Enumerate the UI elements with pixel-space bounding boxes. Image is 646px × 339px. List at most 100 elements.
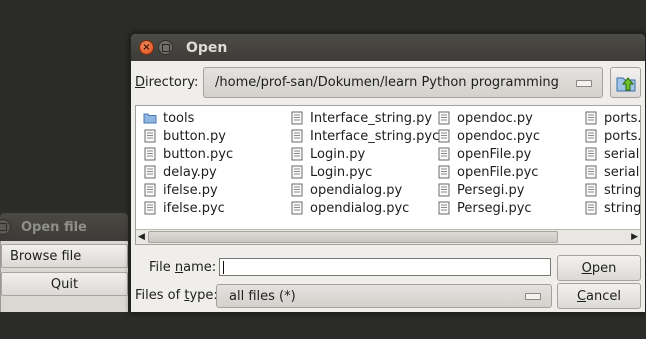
file-icon xyxy=(290,183,304,197)
horizontal-scrollbar[interactable]: ◀ ▶ xyxy=(136,229,640,244)
file-list-item[interactable]: ports. xyxy=(581,127,641,145)
directory-label: Directory: xyxy=(135,75,199,90)
file-icon xyxy=(290,165,304,179)
file-icon xyxy=(437,183,451,197)
file-name: string. xyxy=(604,182,641,198)
combo-grip-icon xyxy=(576,80,592,87)
file-name: opendialog.py xyxy=(310,182,403,198)
file-list-item[interactable]: string. xyxy=(581,199,640,217)
file-type-value: all files (*) xyxy=(229,289,296,304)
file-name: ports. xyxy=(604,110,641,126)
file-list-item[interactable]: Persegi.pyc xyxy=(434,199,540,217)
file-list-item[interactable]: delay.py xyxy=(140,163,233,181)
file-icon xyxy=(584,183,598,197)
scroll-right-icon[interactable]: ▶ xyxy=(631,232,638,242)
open-dialog: × Open Directory: /home/prof-san/Dokumen… xyxy=(130,33,646,313)
file-type-combobox[interactable]: all files (*) xyxy=(216,284,552,308)
directory-combobox[interactable]: /home/prof-san/Dokumen/learn Python prog… xyxy=(203,67,603,98)
file-list-item[interactable]: Login.py xyxy=(287,145,439,163)
file-name: openFile.py xyxy=(457,146,532,162)
file-list-item[interactable]: Login.pyc xyxy=(287,163,439,181)
file-name: tools xyxy=(163,110,195,126)
file-name: Login.pyc xyxy=(310,164,373,180)
file-name-label: File name: xyxy=(149,260,217,275)
file-list-item[interactable]: button.pyc xyxy=(140,145,233,163)
file-name: button.pyc xyxy=(163,146,234,162)
file-list-item[interactable]: ifelse.py xyxy=(140,181,233,199)
file-name-input[interactable] xyxy=(219,258,551,276)
file-column: opendoc.py opendoc.pyc openFile.py openFile… xyxy=(434,109,540,217)
file-name: opendialog.pyc xyxy=(310,200,410,216)
file-icon xyxy=(584,201,598,215)
file-icon xyxy=(584,129,598,143)
open-button[interactable]: Open xyxy=(557,255,641,281)
scroll-left-icon[interactable]: ◀ xyxy=(138,232,145,242)
file-icon xyxy=(290,201,304,215)
file-type-row: Files of type: all files (*) Cancel xyxy=(131,283,645,309)
cancel-button[interactable]: Cancel xyxy=(557,283,641,309)
file-name: seriala xyxy=(604,146,640,162)
file-icon xyxy=(143,201,157,215)
up-directory-button[interactable] xyxy=(610,67,641,98)
file-icon xyxy=(437,147,451,161)
file-name: Interface_string.pyc xyxy=(310,128,440,144)
file-name: delay.py xyxy=(163,164,217,180)
file-name: ports. xyxy=(604,128,641,144)
file-icon xyxy=(143,165,157,179)
file-list-item[interactable]: ports. xyxy=(581,109,641,127)
file-list-item[interactable]: Persegi.py xyxy=(434,181,540,199)
file-icon xyxy=(437,111,451,125)
file-list-item[interactable]: seriala xyxy=(581,163,640,181)
file-list-item[interactable]: opendoc.py xyxy=(434,109,540,127)
folder-icon xyxy=(143,111,157,125)
file-name: Interface_string.py xyxy=(310,110,433,126)
file-icon xyxy=(584,147,598,161)
file-list-item[interactable]: opendialog.pyc xyxy=(287,199,439,217)
file-icon xyxy=(143,183,157,197)
dialog-title: Open xyxy=(186,39,228,56)
file-list-item[interactable]: string. xyxy=(581,181,641,199)
scroll-thumb[interactable] xyxy=(148,231,558,243)
file-icon xyxy=(437,201,451,215)
window-button-icon[interactable] xyxy=(0,219,11,235)
file-name: ifelse.pyc xyxy=(163,200,225,216)
file-column: tools button.py button.pyc delay.py ifelse.p… xyxy=(140,109,233,217)
file-list[interactable]: tools button.py button.pyc delay.py ifelse.p… xyxy=(135,105,641,245)
file-name: seriala xyxy=(604,164,640,180)
file-list-item[interactable]: Interface_string.pyc xyxy=(287,127,439,145)
file-name: Persegi.pyc xyxy=(457,200,532,216)
browse-file-button[interactable]: Browse file xyxy=(1,244,128,268)
open-file-window: Open file Browse file Quit xyxy=(0,213,128,312)
file-list-item[interactable]: openFile.pyc xyxy=(434,163,540,181)
file-icon xyxy=(437,165,451,179)
file-list-item[interactable]: seriala xyxy=(581,145,640,163)
dialog-titlebar: × Open xyxy=(131,34,645,61)
file-list-item[interactable]: opendoc.pyc xyxy=(434,127,540,145)
file-icon xyxy=(290,111,304,125)
files-of-type-label: Files of type: xyxy=(135,288,218,303)
folder-up-icon xyxy=(616,76,635,91)
combo-grip-icon xyxy=(525,293,541,300)
directory-value: /home/prof-san/Dokumen/learn Python prog… xyxy=(215,75,559,90)
open-file-title: Open file xyxy=(21,219,87,235)
file-list-item[interactable]: button.py xyxy=(140,127,233,145)
close-icon[interactable]: × xyxy=(139,40,154,55)
file-name: opendoc.pyc xyxy=(457,128,541,144)
file-list-item[interactable]: openFile.py xyxy=(434,145,540,163)
file-name: opendoc.py xyxy=(457,110,533,126)
file-icon xyxy=(143,129,157,143)
file-list-item[interactable]: tools xyxy=(140,109,233,127)
quit-button[interactable]: Quit xyxy=(1,272,128,296)
open-file-body: Browse file Quit xyxy=(0,241,128,312)
file-icon xyxy=(584,165,598,179)
file-name: ifelse.py xyxy=(163,182,218,198)
file-icon xyxy=(584,111,598,125)
file-column: ports. ports. seriala seriala string. string. xyxy=(581,109,641,217)
file-icon xyxy=(290,147,304,161)
file-list-item[interactable]: Interface_string.py xyxy=(287,109,439,127)
file-list-item[interactable]: ifelse.pyc xyxy=(140,199,233,217)
file-list-item[interactable]: opendialog.py xyxy=(287,181,439,199)
text-caret xyxy=(223,261,224,274)
file-name: Persegi.py xyxy=(457,182,525,198)
maximize-icon[interactable] xyxy=(158,40,173,55)
